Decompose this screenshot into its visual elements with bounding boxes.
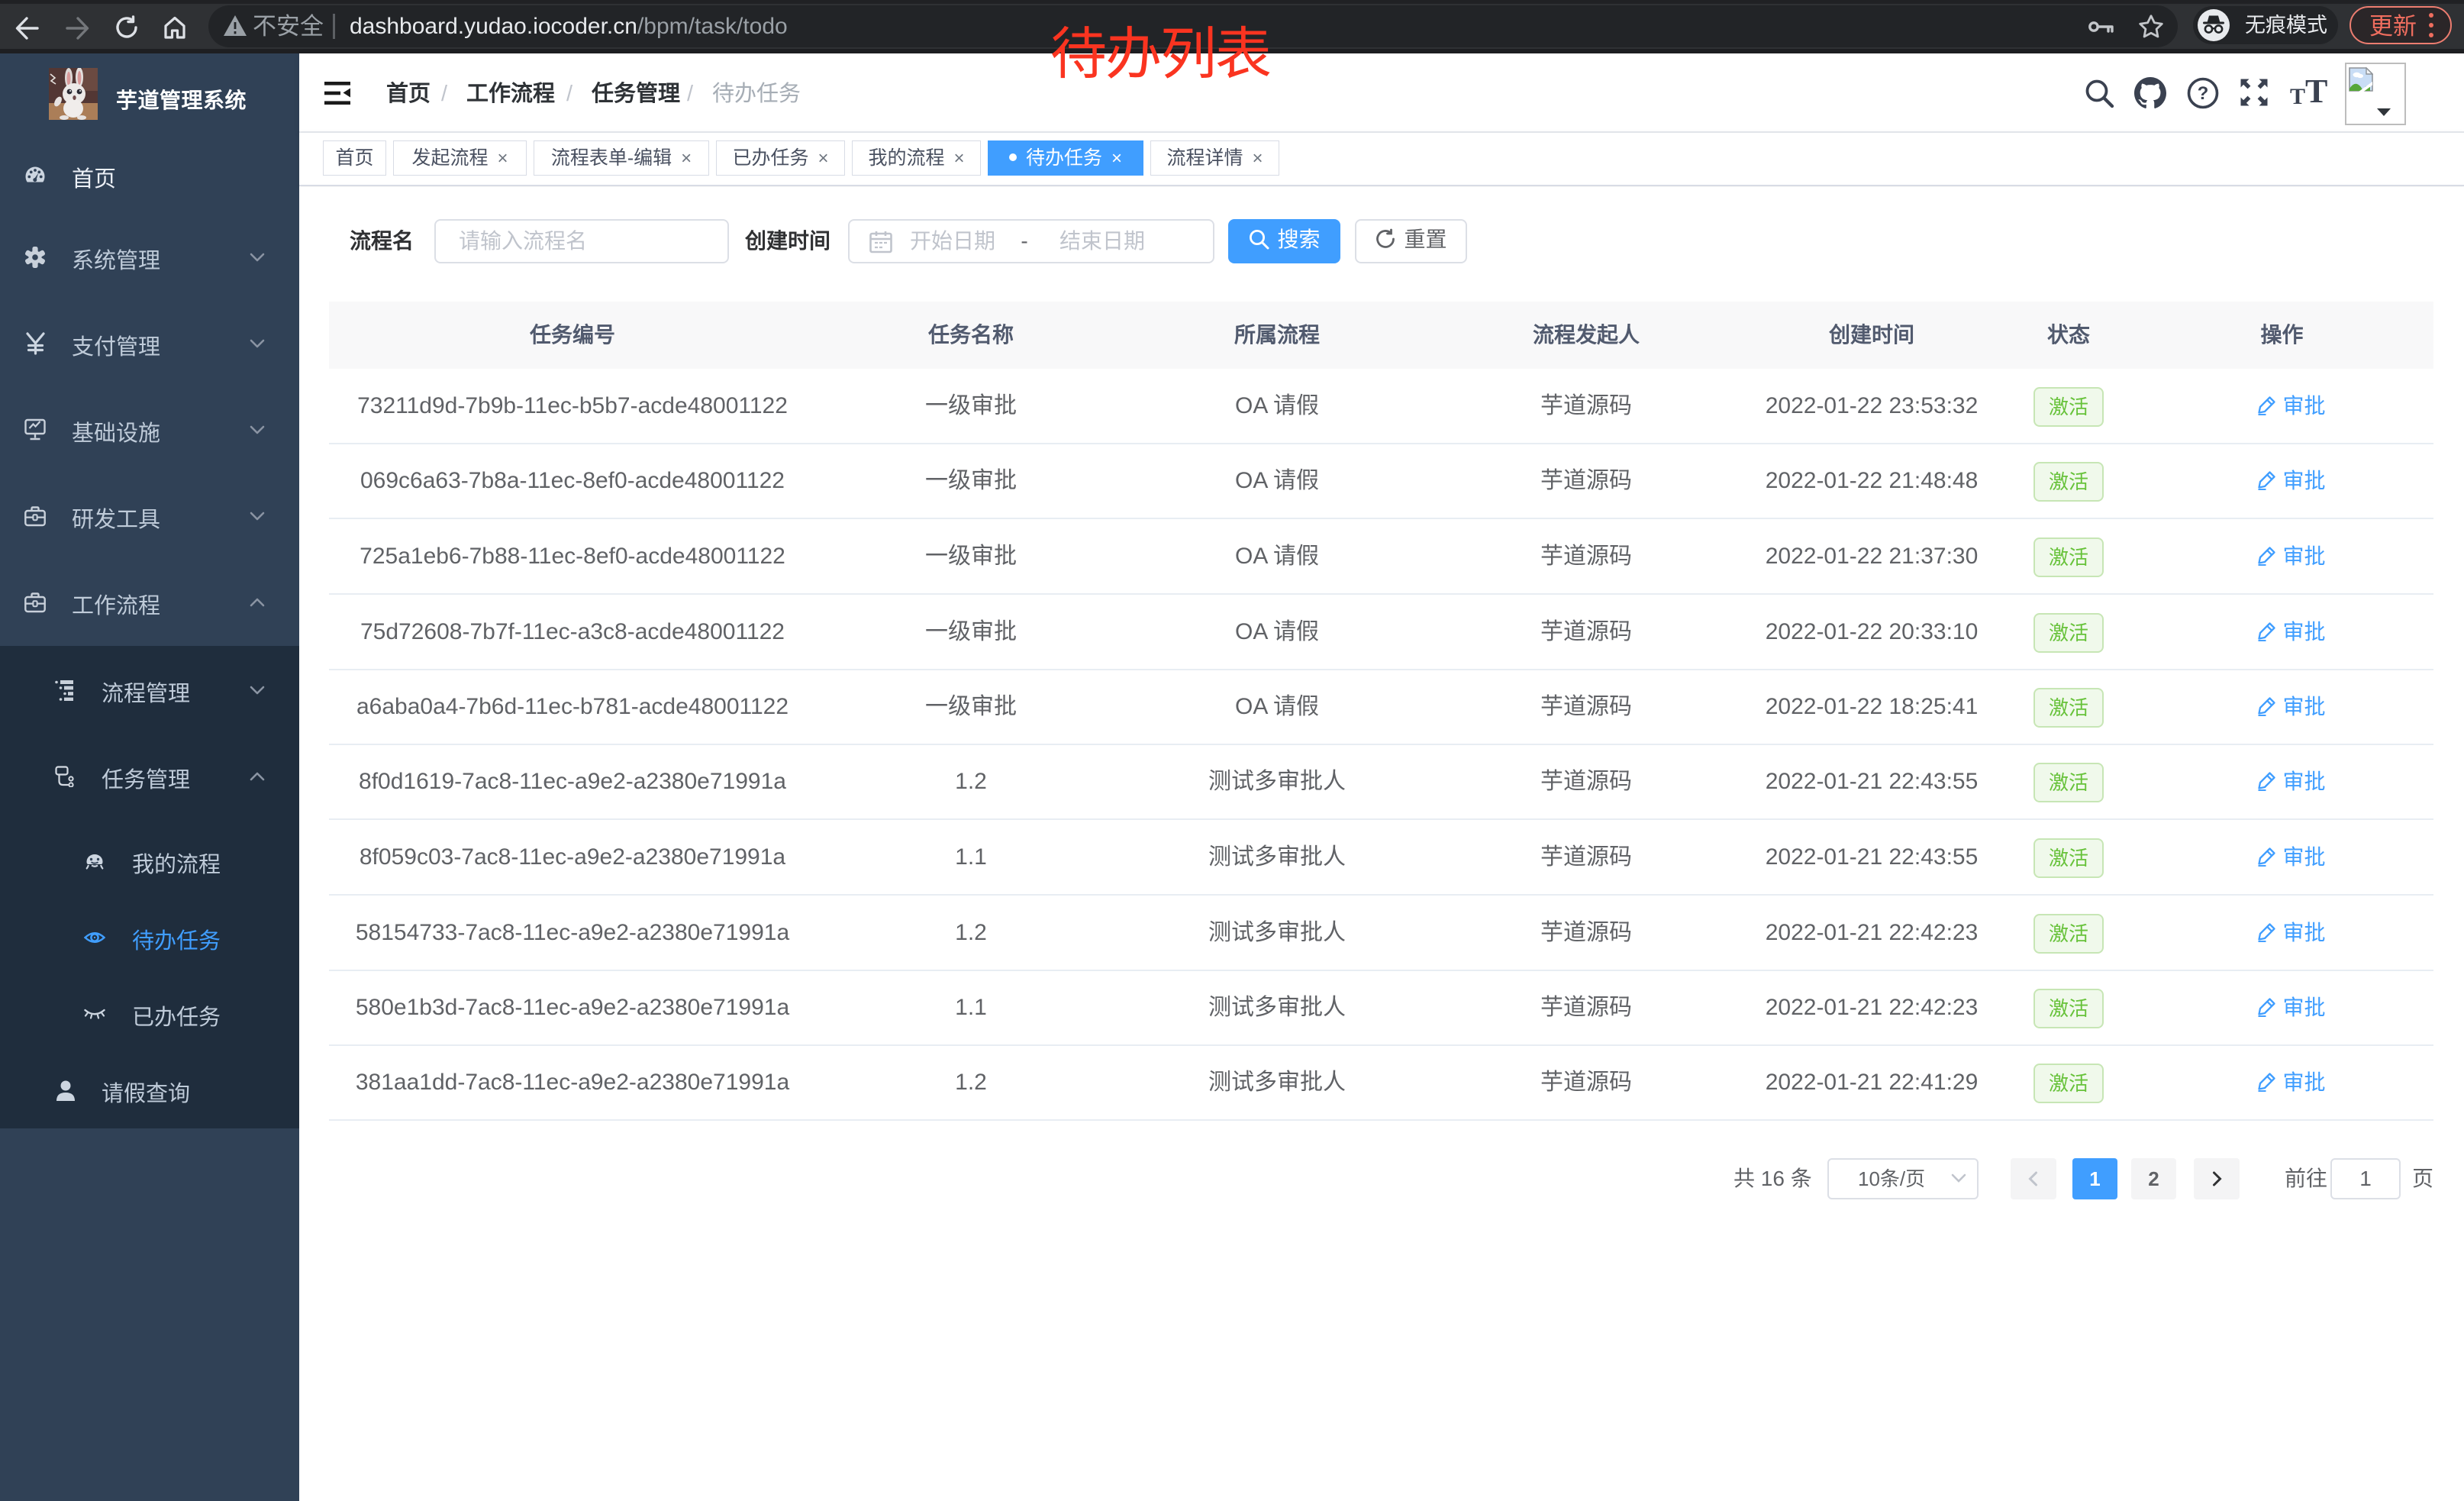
svg-text:?: ? <box>2198 83 2209 104</box>
